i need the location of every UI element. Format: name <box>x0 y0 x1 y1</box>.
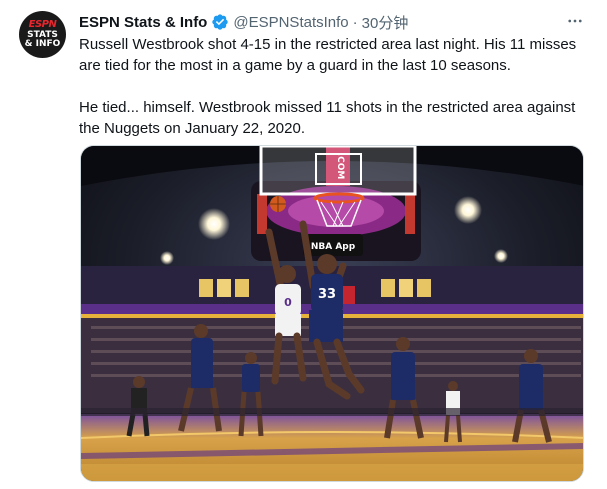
tweet-photo[interactable]: .COM NBA App 0 33 <box>80 145 584 482</box>
avatar[interactable]: ESPN STATS & INFO <box>19 11 66 58</box>
tweet-paragraph-1: Russell Westbrook shot 4-15 in the restr… <box>79 36 577 74</box>
more-horizontal-icon[interactable] <box>564 10 586 32</box>
tweet-paragraph-2: He tied... himself. Westbrook missed 11 … <box>79 99 576 137</box>
avatar-text-info: & INFO <box>24 39 61 49</box>
separator-dot: · <box>352 13 358 31</box>
courtside-row <box>81 408 583 416</box>
tweet-header: ESPN Stats & Info @ESPNStatsInfo · 30分钟 <box>79 12 408 32</box>
verified-badge-icon <box>211 13 229 31</box>
arena-light-left <box>198 208 230 240</box>
tweet-card[interactable]: ESPN STATS & INFO ESPN Stats & Info @ESP… <box>0 0 607 489</box>
arena-light-right <box>454 196 482 224</box>
display-name[interactable]: ESPN Stats & Info <box>79 14 207 31</box>
avatar-text-espn: ESPN <box>28 19 57 30</box>
tweet-text: Russell Westbrook shot 4-15 in the restr… <box>79 34 594 139</box>
timestamp[interactable]: 30分钟 <box>362 12 409 33</box>
backboard-brand: NBA App <box>311 242 356 252</box>
jersey-number-white: 0 <box>284 296 292 309</box>
handle[interactable]: @ESPNStatsInfo <box>233 14 348 31</box>
jersey-number-blue: 33 <box>318 287 336 302</box>
